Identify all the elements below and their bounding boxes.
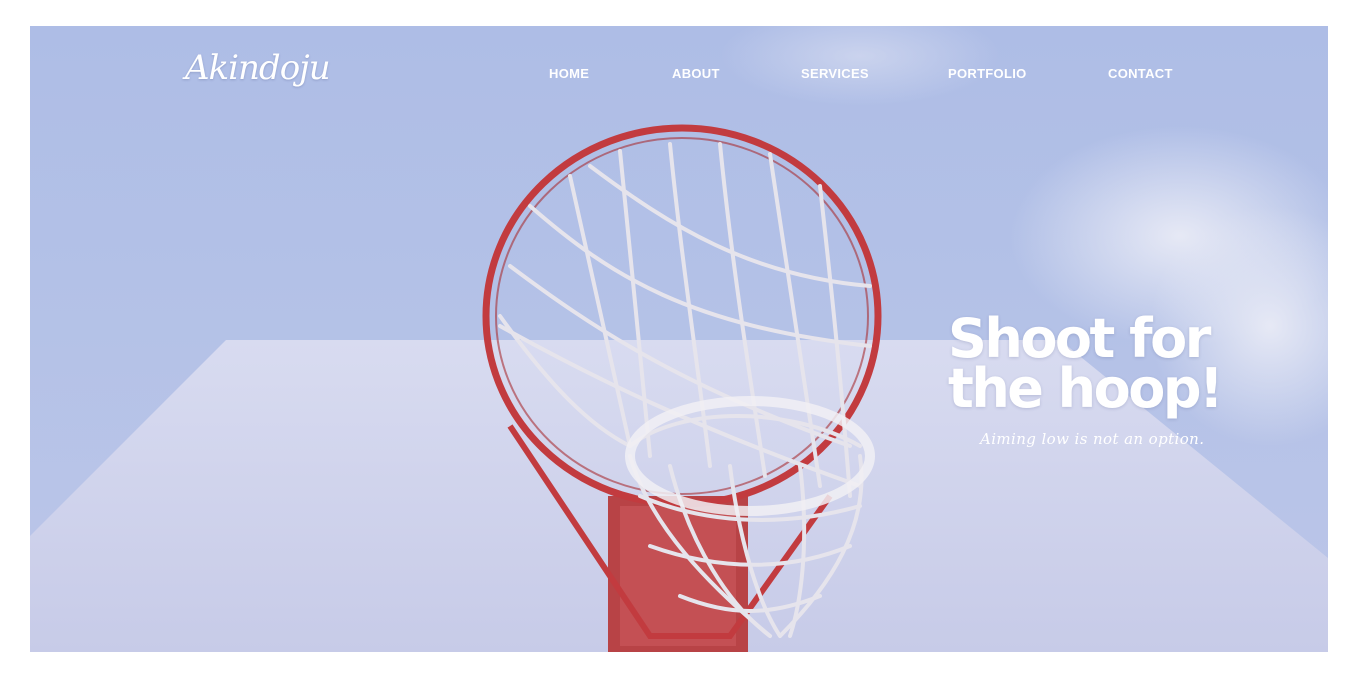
nav-item-services[interactable]: SERVICES [801, 66, 869, 81]
hero-headline: Shoot for the hoop! [948, 312, 1248, 420]
nav-item-home[interactable]: HOME [549, 66, 589, 81]
hero-headline-line2: the hoop! [948, 357, 1224, 420]
main-nav: HOME ABOUT SERVICES PORTFOLIO CONTACT [30, 66, 1328, 82]
hero-tagline: Aiming low is not an option. [980, 430, 1205, 448]
nav-item-portfolio[interactable]: PORTFOLIO [948, 66, 1027, 81]
nav-item-contact[interactable]: CONTACT [1108, 66, 1173, 81]
hero-section: Akindoju HOME ABOUT SERVICES PORTFOLIO C… [30, 26, 1328, 652]
nav-item-about[interactable]: ABOUT [672, 66, 720, 81]
page: Akindoju HOME ABOUT SERVICES PORTFOLIO C… [0, 0, 1366, 674]
